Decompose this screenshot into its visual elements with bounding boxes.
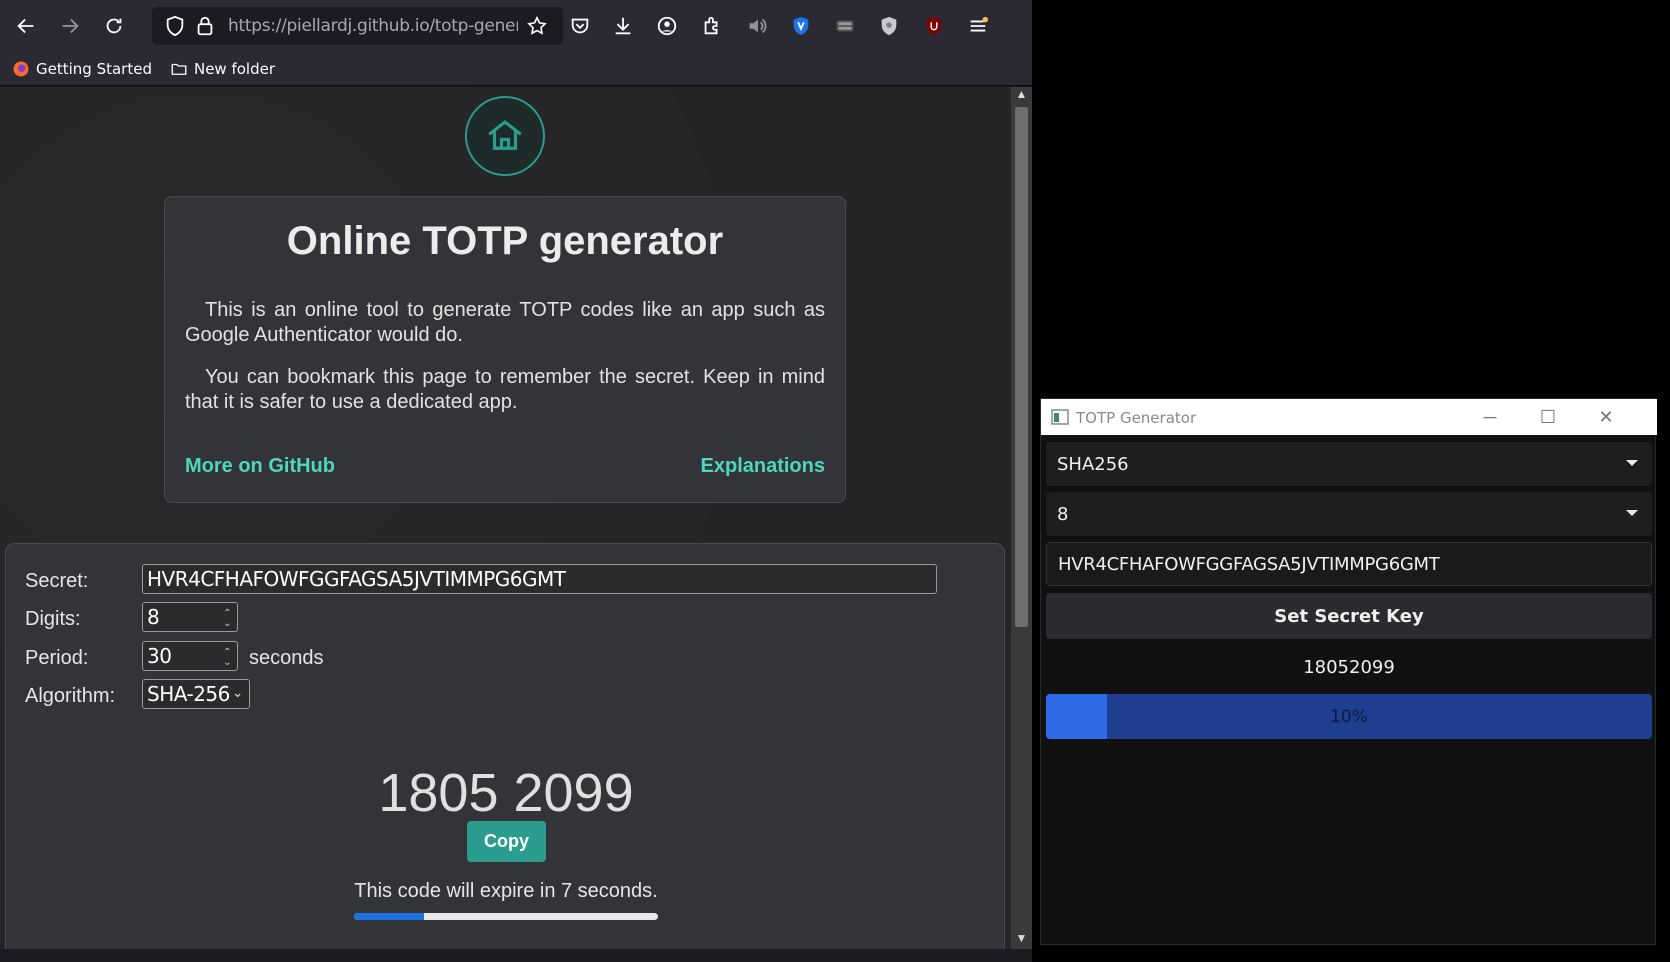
close-icon[interactable]: ✕ (1583, 403, 1629, 431)
bookmark-label: Getting Started (36, 59, 152, 78)
algorithm-dropdown[interactable]: SHA256 (1046, 442, 1652, 486)
copy-button[interactable]: Copy (467, 821, 546, 862)
page-title: Online TOTP generator (286, 219, 724, 263)
folder-icon (170, 60, 188, 78)
period-input[interactable]: 30 ⌃ ⌄ (142, 641, 238, 671)
chevron-down-icon: ⌄ (231, 685, 244, 701)
app-totp-code: 18052099 (1303, 657, 1395, 678)
keyboard-extension-icon[interactable] (827, 8, 863, 44)
back-arrow-icon[interactable] (8, 8, 44, 44)
digits-value: 8 (147, 605, 160, 629)
bookmark-star-icon[interactable] (526, 15, 548, 42)
secret-input[interactable]: HVR4CFHAFOWFGGFAGSA5JVTIMMPG6GMT (1046, 542, 1652, 586)
browser-toolbar: https://piellardj.github.io/totp-generat (0, 0, 1032, 52)
spinner-arrows-icon[interactable]: ⌃ ⌄ (223, 609, 231, 629)
intro-card: Online TOTP generator This is an online … (164, 196, 846, 503)
algorithm-value: SHA256 (1057, 453, 1129, 475)
totp-app-window: TOTP Generator ─ ☐ ✕ SHA256 8 HVR4CFHAFO… (1040, 398, 1657, 945)
forward-arrow-icon[interactable] (52, 8, 88, 44)
speaker-icon[interactable] (739, 8, 775, 44)
app-window-icon (1051, 409, 1069, 430)
shield-icon[interactable] (164, 15, 186, 42)
firefox-icon (12, 60, 30, 78)
pocket-icon[interactable] (562, 8, 598, 44)
digits-input[interactable]: 8 ⌃ ⌄ (142, 602, 238, 632)
bookmarks-toolbar: Getting Started New folder (0, 52, 1032, 86)
address-bar[interactable]: https://piellardj.github.io/totp-generat (152, 7, 563, 45)
caret-down-icon (1626, 510, 1638, 516)
vpn-shield-icon[interactable] (783, 8, 819, 44)
digits-label: Digits: (25, 608, 81, 630)
url-text: https://piellardj.github.io/totp-generat (228, 16, 518, 36)
reload-icon[interactable] (96, 8, 132, 44)
totp-code: 1805 2099 (378, 763, 634, 823)
page-scrollbar[interactable]: ▲ ▼ (1011, 87, 1032, 949)
web-page: Online TOTP generator This is an online … (0, 87, 1011, 949)
period-value: 30 (147, 644, 172, 668)
intro-paragraph-1: This is an online tool to generate TOTP … (185, 299, 825, 346)
privacy-badger-icon[interactable] (871, 8, 907, 44)
bookmark-new-folder[interactable]: New folder (170, 60, 275, 78)
menu-hamburger-icon[interactable] (960, 8, 996, 44)
algorithm-value: SHA-256 (147, 682, 230, 706)
app-progress-bar: 10% (1046, 694, 1652, 739)
scrollbar-thumb[interactable] (1015, 107, 1028, 627)
expiry-progress-fill (354, 913, 424, 920)
caret-down-icon (1626, 460, 1638, 466)
home-button[interactable] (465, 96, 545, 176)
totp-form-card: Secret: HVR4CFHAFOWFGGFAGSA5JVTIMMPG6GMT… (5, 543, 1005, 949)
app-titlebar: TOTP Generator ─ ☐ ✕ (1041, 399, 1657, 435)
lock-icon[interactable] (194, 15, 216, 42)
digits-value: 8 (1057, 503, 1069, 525)
spinner-arrows-icon[interactable]: ⌃ ⌄ (223, 648, 231, 668)
app-progress-label: 10% (1330, 707, 1368, 727)
minimize-icon[interactable]: ─ (1467, 403, 1513, 431)
download-icon[interactable] (605, 8, 641, 44)
secret-label: Secret: (25, 570, 89, 592)
github-link[interactable]: More on GitHub (185, 455, 335, 478)
set-secret-key-button[interactable]: Set Secret Key (1046, 593, 1652, 639)
browser-window: https://piellardj.github.io/totp-generat (0, 0, 1032, 962)
intro-paragraph-2: You can bookmark this page to remember t… (185, 366, 825, 413)
scroll-up-icon[interactable]: ▲ (1011, 87, 1032, 105)
expiry-progress-bar (354, 913, 658, 920)
scroll-down-icon[interactable]: ▼ (1011, 931, 1032, 949)
bookmark-getting-started[interactable]: Getting Started (12, 60, 152, 78)
account-icon[interactable] (649, 8, 685, 44)
digits-dropdown[interactable]: 8 (1046, 492, 1652, 536)
explanations-link[interactable]: Explanations (701, 455, 825, 478)
extensions-puzzle-icon[interactable] (694, 8, 730, 44)
secret-input[interactable]: HVR4CFHAFOWFGGFAGSA5JVTIMMPG6GMT (142, 564, 937, 594)
period-unit: seconds (249, 647, 324, 669)
url-path: /totp-generat (429, 16, 518, 36)
algorithm-label: Algorithm: (25, 685, 116, 707)
algorithm-select[interactable]: SHA-256 ⌄ (142, 679, 250, 709)
url-host: https://piellardj.github.io (228, 16, 430, 36)
ublock-icon[interactable] (916, 8, 952, 44)
maximize-icon[interactable]: ☐ (1525, 403, 1571, 431)
period-label: Period: (25, 647, 89, 669)
bookmark-label: New folder (193, 59, 276, 78)
app-title: TOTP Generator (1076, 409, 1197, 427)
home-icon (488, 120, 522, 150)
expire-text: This code will expire in 7 seconds. (354, 880, 658, 902)
